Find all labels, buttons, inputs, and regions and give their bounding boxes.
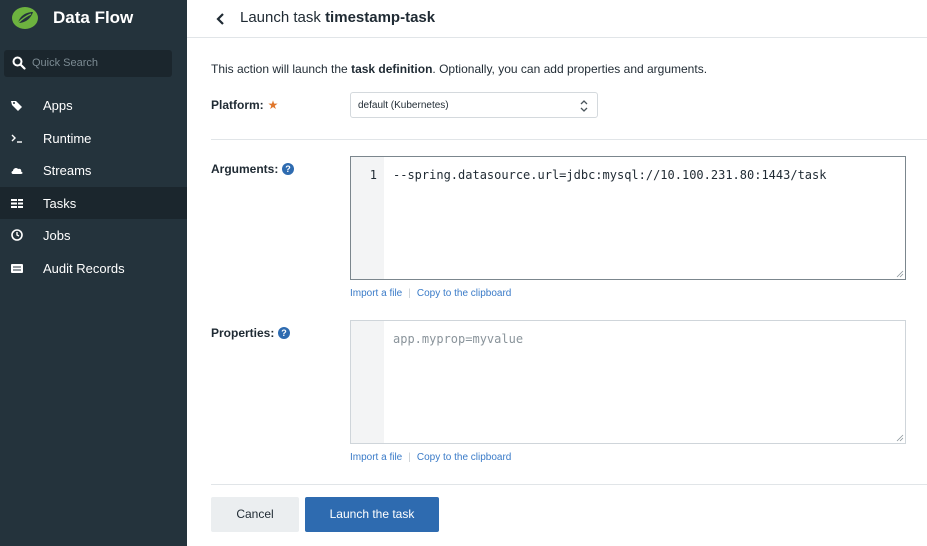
main-content: Launch task timestamp-task This action w… — [187, 0, 927, 546]
line-number: 1 — [369, 168, 377, 182]
arguments-label-text: Arguments: — [211, 162, 279, 176]
resize-handle-icon[interactable] — [896, 434, 904, 442]
divider — [211, 139, 927, 140]
quick-search-input[interactable]: Quick Search — [4, 50, 172, 77]
sidebar-item-jobs[interactable]: Jobs — [0, 219, 187, 252]
arguments-links: Import a file | Copy to the clipboard — [350, 288, 511, 299]
sidebar-item-label: Jobs — [43, 228, 71, 244]
copy-clipboard-link[interactable]: Copy to the clipboard — [417, 288, 512, 299]
svg-text:?: ? — [286, 164, 292, 174]
properties-placeholder: app.myprop=myvalue — [393, 332, 524, 346]
list-icon — [11, 263, 23, 273]
copy-clipboard-link[interactable]: Copy to the clipboard — [417, 452, 512, 463]
chevron-left-icon[interactable] — [215, 12, 225, 26]
link-separator: | — [408, 288, 411, 299]
line-gutter — [351, 321, 384, 443]
search-placeholder: Quick Search — [32, 57, 99, 69]
help-icon[interactable]: ? — [282, 163, 295, 175]
line-gutter: 1 — [351, 157, 384, 279]
sidebar-item-audit-records[interactable]: Audit Records — [0, 252, 187, 285]
intro-text: This action will launch the task definit… — [211, 62, 707, 76]
sidebar-item-streams[interactable]: Streams — [0, 154, 187, 187]
platform-label: Platform: ★ — [211, 98, 278, 112]
help-icon[interactable]: ? — [278, 327, 291, 339]
sidebar-nav: Apps Runtime Streams Tasks Jobs Audit Re… — [0, 89, 187, 285]
task-name: timestamp-task — [325, 9, 436, 26]
platform-label-text: Platform: — [211, 98, 264, 112]
intro-part1: This action will launch the — [211, 62, 352, 76]
properties-editor[interactable]: app.myprop=myvalue — [350, 320, 906, 444]
sidebar-item-label: Runtime — [43, 130, 92, 146]
properties-label: Properties: ? — [211, 326, 291, 340]
page-title-prefix: Launch task — [240, 9, 326, 26]
tag-icon — [11, 101, 22, 111]
page-title: Launch task timestamp-task — [240, 9, 435, 26]
platform-select-value: default (Kubernetes) — [358, 100, 449, 111]
import-file-link[interactable]: Import a file — [350, 288, 402, 299]
sidebar-item-label: Streams — [43, 163, 92, 179]
launch-task-button[interactable]: Launch the task — [305, 497, 439, 532]
divider — [211, 484, 927, 485]
sidebar-item-label: Tasks — [43, 195, 77, 211]
sidebar-item-label: Audit Records — [43, 260, 125, 276]
arguments-value: --spring.datasource.url=jdbc:mysql://10.… — [393, 168, 827, 182]
arguments-editor[interactable]: 1 --spring.datasource.url=jdbc:mysql://1… — [350, 156, 906, 280]
link-separator: | — [408, 452, 411, 463]
properties-label-text: Properties: — [211, 326, 275, 340]
arguments-label: Arguments: ? — [211, 162, 295, 176]
cloud-icon — [11, 168, 23, 175]
platform-select[interactable]: default (Kubernetes) — [350, 92, 598, 118]
clock-icon — [11, 229, 23, 242]
brand-title: Data Flow — [53, 8, 134, 27]
sidebar-item-tasks[interactable]: Tasks — [0, 186, 187, 220]
search-icon — [12, 56, 26, 70]
sidebar-item-runtime[interactable]: Runtime — [0, 122, 187, 155]
import-file-link[interactable]: Import a file — [350, 452, 402, 463]
brand[interactable]: Data Flow — [0, 0, 187, 36]
intro-bold: task definition — [351, 62, 433, 76]
chevron-up-down-icon — [580, 100, 588, 112]
spring-leaf-logo-icon — [12, 7, 38, 29]
properties-links: Import a file | Copy to the clipboard — [350, 452, 511, 463]
page-header: Launch task timestamp-task — [187, 0, 927, 38]
resize-handle-icon[interactable] — [896, 270, 904, 278]
tasks-icon — [11, 198, 23, 208]
terminal-icon — [11, 134, 22, 143]
required-star-icon: ★ — [267, 98, 279, 112]
sidebar-item-label: Apps — [43, 98, 73, 113]
sidebar-item-apps[interactable]: Apps — [0, 89, 187, 122]
sidebar: Data Flow Quick Search Apps Runtime Stre… — [0, 0, 187, 546]
intro-part2: . Optionally, you can add properties and… — [432, 62, 708, 76]
svg-text:?: ? — [282, 328, 288, 338]
cancel-button[interactable]: Cancel — [211, 497, 299, 532]
